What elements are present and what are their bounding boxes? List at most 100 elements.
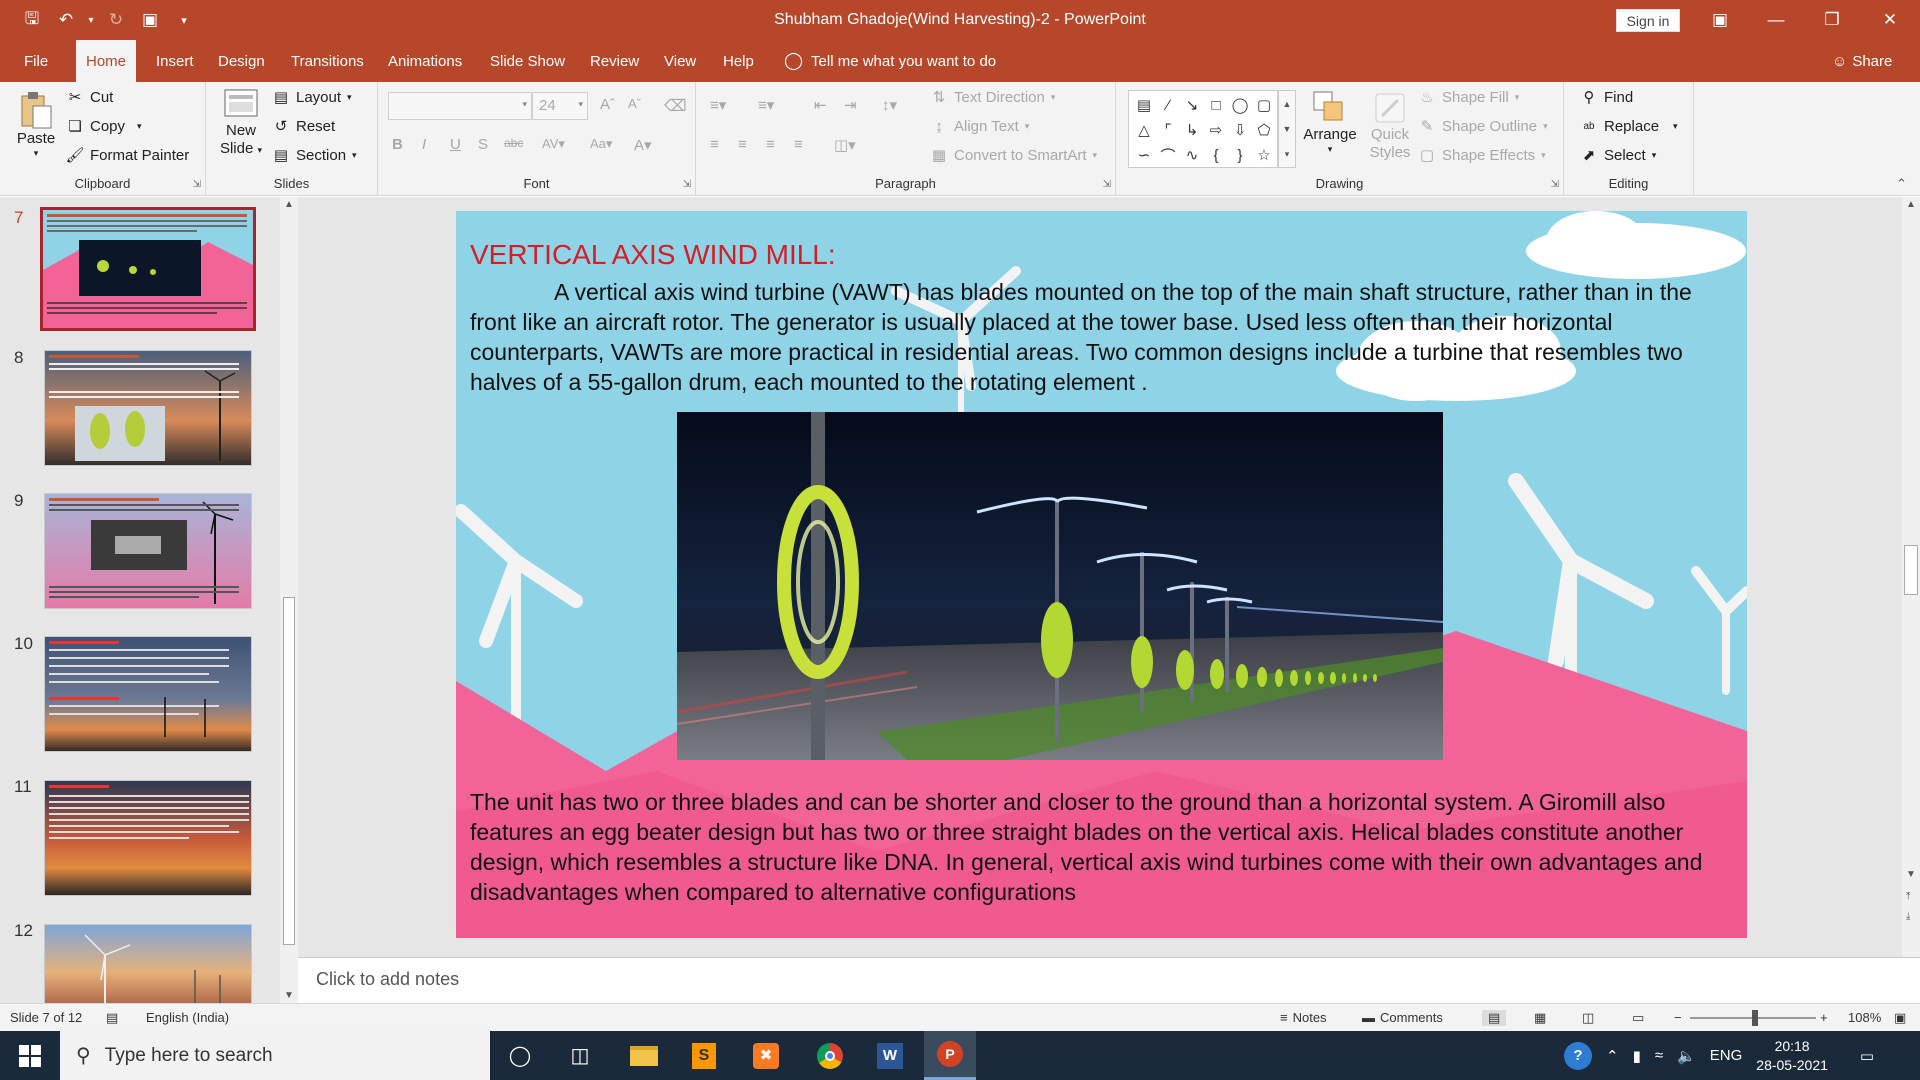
- text-direction-button[interactable]: ⇅ Text Direction ▾: [930, 88, 1056, 107]
- tab-transitions[interactable]: Transitions: [291, 40, 364, 82]
- numbering-icon[interactable]: ≡▾: [758, 96, 774, 114]
- language-indicator[interactable]: English (India): [146, 1010, 229, 1025]
- share-button[interactable]: ☺ Share: [1832, 40, 1892, 82]
- sublime-text-icon[interactable]: S: [678, 1031, 730, 1080]
- italic-icon[interactable]: I: [422, 136, 426, 153]
- tab-home[interactable]: Home: [76, 40, 137, 83]
- volume-icon[interactable]: 🔈: [1677, 1047, 1696, 1065]
- help-icon[interactable]: ?: [1564, 1041, 1592, 1070]
- tab-help[interactable]: Help: [723, 40, 754, 82]
- close-icon[interactable]: ✕: [1866, 0, 1914, 40]
- rounded-rectangle-shape-icon[interactable]: ▢: [1253, 93, 1275, 117]
- elbow-arrow-shape-icon[interactable]: ↳: [1181, 118, 1203, 142]
- tab-design[interactable]: Design: [218, 40, 265, 82]
- previous-slide-icon[interactable]: ⤒: [1906, 891, 1910, 902]
- section-button[interactable]: ▤ Section ▾: [272, 146, 357, 165]
- battery-icon[interactable]: ▮: [1633, 1047, 1641, 1065]
- word-icon[interactable]: W: [864, 1031, 916, 1080]
- notes-pane[interactable]: Click to add notes: [298, 957, 1920, 1003]
- scroll-up-icon[interactable]: ▲: [284, 199, 294, 210]
- format-painter-button[interactable]: 🖌 Format Painter: [65, 146, 189, 165]
- tell-me-search[interactable]: ◯ Tell me what you want to do: [784, 40, 996, 82]
- copy-button[interactable]: ❏ Copy ▾: [66, 117, 141, 136]
- gallery-up-icon[interactable]: ▲: [1283, 99, 1292, 109]
- shape-effects-button[interactable]: ▢ Shape Effects ▾: [1418, 146, 1546, 165]
- textbox-shape-icon[interactable]: ▤: [1133, 93, 1155, 117]
- oval-shape-icon[interactable]: ◯: [1229, 93, 1251, 117]
- slide-paragraph-1[interactable]: A vertical axis wind turbine (VAWT) has …: [470, 277, 1732, 397]
- start-from-beginning-icon[interactable]: ▣: [136, 8, 164, 32]
- zoom-in-icon[interactable]: +: [1820, 1010, 1828, 1025]
- down-arrow-shape-icon[interactable]: ⇩: [1229, 118, 1251, 142]
- text-shadow-icon[interactable]: S: [478, 136, 488, 153]
- replace-button[interactable]: ab Replace ▾: [1580, 117, 1677, 135]
- clock[interactable]: 20:18 28-05-2021: [1756, 1037, 1828, 1075]
- rectangle-shape-icon[interactable]: □: [1205, 93, 1227, 117]
- increase-indent-icon[interactable]: ⇥: [844, 96, 857, 114]
- change-case-icon[interactable]: Aa▾: [590, 136, 612, 152]
- curve-shape-icon[interactable]: ∽: [1133, 143, 1155, 167]
- undo-dropdown-icon[interactable]: ▾: [86, 8, 96, 32]
- show-hidden-icons-icon[interactable]: ⌃: [1606, 1047, 1619, 1065]
- normal-view-icon[interactable]: ▤: [1482, 1010, 1507, 1026]
- align-text-button[interactable]: ↨ Align Text ▾: [930, 117, 1029, 135]
- thumbnail-slide-7[interactable]: [40, 207, 256, 331]
- file-explorer-icon[interactable]: [618, 1031, 670, 1080]
- strikethrough-icon[interactable]: abc: [504, 136, 523, 150]
- scroll-down-icon[interactable]: ▼: [1906, 869, 1916, 880]
- scroll-down-icon[interactable]: ▼: [284, 990, 294, 1001]
- scroll-up-icon[interactable]: ▲: [1906, 199, 1916, 210]
- cortana-icon[interactable]: ◯: [494, 1031, 546, 1080]
- tab-animations[interactable]: Animations: [388, 40, 462, 82]
- slideshow-view-icon[interactable]: ▭: [1632, 1010, 1644, 1026]
- sign-in-button[interactable]: Sign in: [1616, 9, 1680, 32]
- bullets-icon[interactable]: ≡▾: [710, 96, 726, 114]
- comments-toggle[interactable]: ▬ Comments: [1362, 1010, 1443, 1025]
- collapse-ribbon-icon[interactable]: ⌃: [1896, 176, 1907, 192]
- tab-review[interactable]: Review: [590, 40, 639, 82]
- paragraph-launcher-icon[interactable]: ⇲: [1103, 179, 1111, 190]
- shape-outline-button[interactable]: ✎ Shape Outline ▾: [1418, 117, 1548, 136]
- columns-icon[interactable]: ◫▾: [834, 136, 856, 154]
- tab-insert[interactable]: Insert: [156, 40, 194, 82]
- spelling-check-icon[interactable]: ▤: [106, 1010, 118, 1026]
- character-spacing-icon[interactable]: AV▾: [542, 136, 565, 152]
- left-brace-shape-icon[interactable]: {: [1205, 143, 1227, 167]
- slide-paragraph-2[interactable]: The unit has two or three blades and can…: [470, 787, 1732, 907]
- star-shape-icon[interactable]: ☆: [1253, 143, 1275, 167]
- paste-button[interactable]: Paste ▾: [14, 90, 58, 159]
- thumbnail-slide-11[interactable]: [44, 780, 252, 896]
- save-icon[interactable]: 🖫: [18, 8, 46, 32]
- tab-view[interactable]: View: [664, 40, 696, 82]
- underline-icon[interactable]: U: [450, 136, 461, 153]
- quick-styles-button[interactable]: Quick Styles: [1364, 90, 1416, 162]
- decrease-indent-icon[interactable]: ⇤: [814, 96, 827, 114]
- slide-scroll-thumb[interactable]: [1904, 545, 1918, 595]
- wifi-icon[interactable]: ≈: [1655, 1047, 1663, 1064]
- freeform-shape-icon[interactable]: ∿: [1181, 143, 1203, 167]
- minimize-icon[interactable]: —: [1752, 0, 1800, 40]
- thumbnail-scroll-thumb[interactable]: [283, 597, 295, 945]
- convert-smartart-button[interactable]: ▦ Convert to SmartArt ▾: [930, 146, 1097, 165]
- gallery-down-icon[interactable]: ▼: [1283, 124, 1292, 134]
- tab-file[interactable]: File: [24, 40, 48, 82]
- ribbon-display-options-icon[interactable]: ▣: [1696, 0, 1744, 40]
- line-spacing-icon[interactable]: ↕▾: [882, 96, 897, 114]
- font-color-icon[interactable]: A▾: [634, 136, 652, 154]
- notifications-icon[interactable]: ▭: [1860, 1047, 1874, 1065]
- align-center-icon[interactable]: ≡: [738, 136, 747, 153]
- pentagon-shape-icon[interactable]: ⬠: [1253, 118, 1275, 142]
- clear-formatting-icon[interactable]: ⌫: [664, 96, 687, 116]
- chrome-icon[interactable]: [804, 1031, 856, 1080]
- decrease-font-icon[interactable]: Aˇ: [628, 96, 641, 111]
- find-button[interactable]: ⚲ Find: [1580, 88, 1634, 107]
- thumbnail-slide-9[interactable]: [44, 493, 252, 609]
- tab-slide-show[interactable]: Slide Show: [490, 40, 565, 82]
- task-view-icon[interactable]: ◫: [554, 1031, 606, 1080]
- bold-icon[interactable]: B: [392, 136, 403, 153]
- clipboard-launcher-icon[interactable]: ⇲: [193, 179, 201, 190]
- increase-font-icon[interactable]: Aˆ: [600, 96, 615, 113]
- restore-icon[interactable]: ❐: [1808, 0, 1856, 40]
- reset-button[interactable]: ↺ Reset: [272, 117, 335, 136]
- notes-toggle[interactable]: ≡ Notes: [1280, 1010, 1327, 1025]
